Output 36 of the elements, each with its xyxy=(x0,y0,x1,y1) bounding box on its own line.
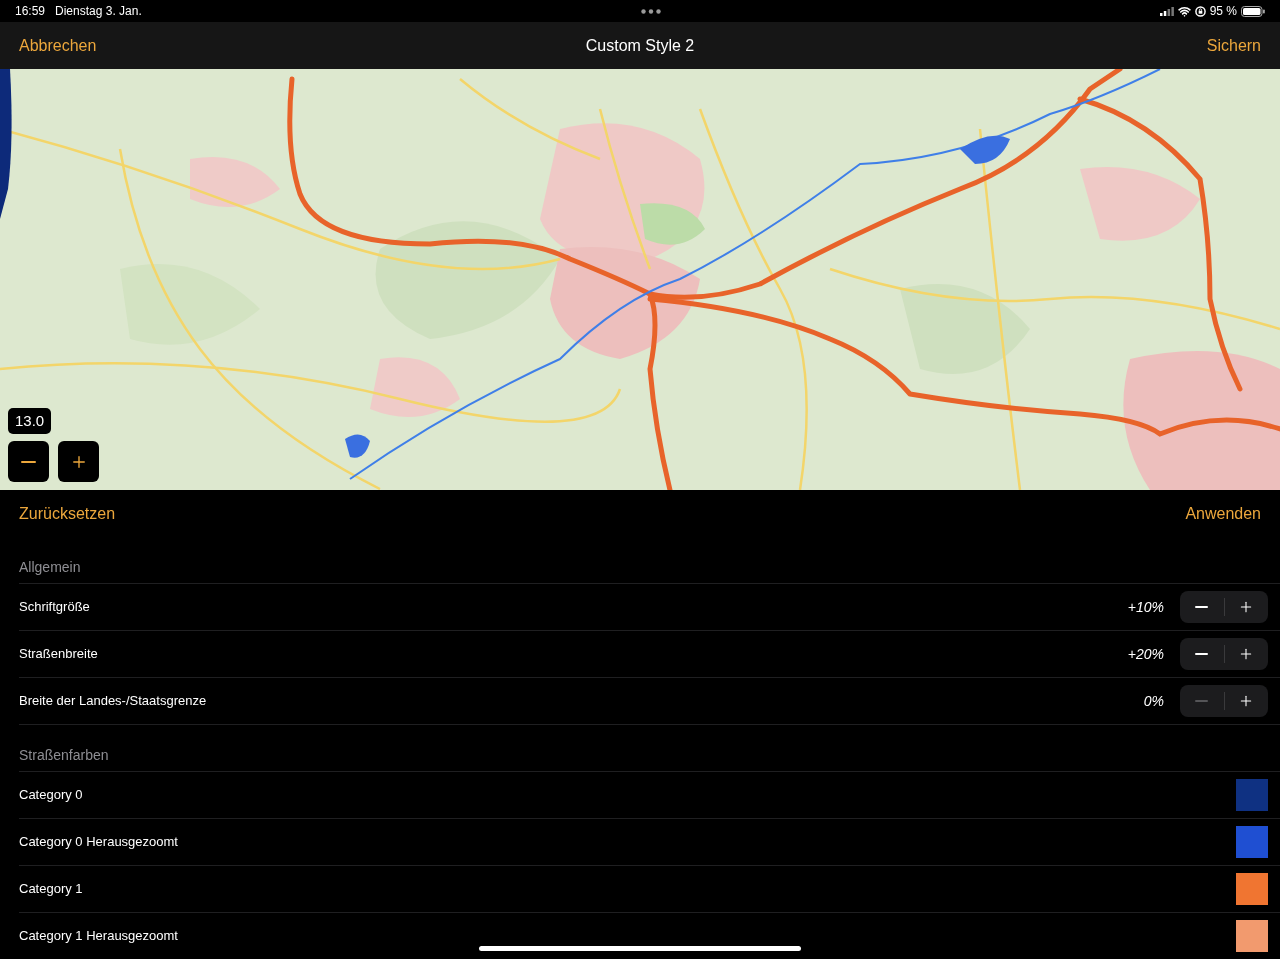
minus-icon xyxy=(21,460,36,463)
color-swatch-icon[interactable] xyxy=(1236,920,1268,952)
zoom-level-badge: 13.0 xyxy=(8,408,52,434)
wifi-icon xyxy=(1177,4,1191,18)
percentage-value: +20% xyxy=(1127,644,1164,664)
save-button[interactable]: Sichern xyxy=(1206,33,1261,58)
percentage-value: 0% xyxy=(1143,691,1164,711)
color-swatch-icon[interactable] xyxy=(1236,779,1268,811)
section-header: Straßenfarben xyxy=(19,746,109,765)
setting-label: Category 1 xyxy=(19,880,83,899)
setting-label: Category 0 xyxy=(19,786,83,805)
status-time: 16:59 xyxy=(15,3,46,20)
status-date: Dienstag 3. Jan. xyxy=(55,3,142,20)
zoom-in-button[interactable] xyxy=(58,441,99,482)
window-title: Custom Style 2 xyxy=(585,35,695,56)
setting-label: Category 0 Herausgezoomt xyxy=(19,833,178,852)
rotation-lock-icon xyxy=(1194,5,1206,17)
cancel-button[interactable]: Abbrechen xyxy=(19,33,97,58)
percentage-value: +10% xyxy=(1127,597,1164,617)
apply-button[interactable]: Anwenden xyxy=(1185,502,1261,526)
reset-button[interactable]: Zurücksetzen xyxy=(19,502,116,526)
section-header: Allgemein xyxy=(19,558,81,577)
more-dots-icon[interactable] xyxy=(640,8,661,14)
minus-icon xyxy=(1195,700,1209,702)
setting-label: Straßenbreite xyxy=(19,645,98,664)
color-swatch-icon[interactable] xyxy=(1236,873,1268,905)
battery-percentage: 95 % xyxy=(1209,3,1237,20)
setting-label: Schriftgröße xyxy=(19,598,90,617)
battery-icon xyxy=(1241,5,1265,17)
setting-label: Category 1 Herausgezoomt xyxy=(19,927,178,946)
minus-icon xyxy=(1195,606,1209,608)
signal-icon xyxy=(1159,6,1174,16)
setting-label: Breite der Landes-/Staatsgrenze xyxy=(19,692,207,711)
minus-icon xyxy=(1195,653,1209,655)
zoom-out-button[interactable] xyxy=(8,441,49,482)
color-swatch-icon[interactable] xyxy=(1236,826,1268,858)
